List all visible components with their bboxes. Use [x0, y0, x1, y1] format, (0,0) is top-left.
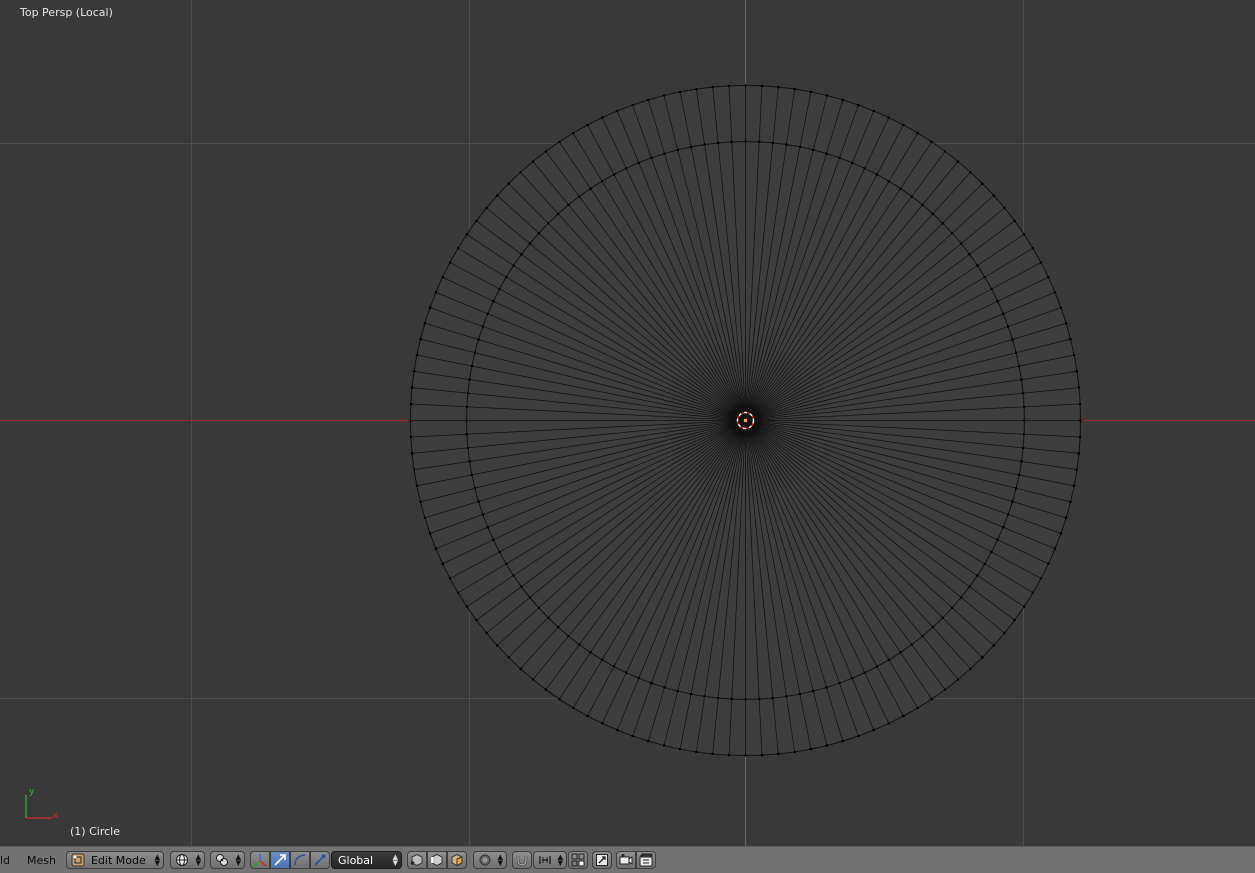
mode-label: Edit Mode — [91, 853, 146, 867]
add-menu[interactable]: ld — [0, 854, 10, 868]
viewport-shading-selector[interactable]: ▲ ▼ — [170, 851, 205, 869]
translate-arrow-icon — [274, 854, 286, 866]
axis-orientation-widget: y x — [25, 787, 59, 821]
edge-select-button[interactable] — [427, 851, 447, 869]
transform-orientation-selector[interactable]: Global ▲ ▼ — [331, 851, 402, 869]
magnet-icon — [516, 856, 528, 867]
face-select-icon — [451, 853, 463, 867]
snap-toggle[interactable] — [512, 851, 532, 869]
face-select-button[interactable] — [447, 851, 467, 869]
axis-y-label: y — [29, 787, 35, 797]
pivot-point-icon — [216, 854, 228, 866]
chevron-updown-icon: ▲ ▼ — [392, 853, 398, 867]
edit-mode-icon — [71, 853, 85, 867]
camera-render-icon — [619, 854, 633, 865]
axis-x-label: x — [53, 811, 59, 821]
active-object-label: (1) Circle — [70, 825, 120, 838]
opengl-anim-button[interactable] — [636, 851, 656, 869]
snap-target-icon — [571, 853, 585, 867]
chevron-updown-icon: ▲ ▼ — [154, 853, 160, 867]
chevron-updown-icon: ▲ ▼ — [235, 853, 241, 867]
sphere-shading-icon — [176, 854, 188, 866]
pivot-point-selector[interactable]: ▲ ▼ — [210, 851, 245, 869]
snap-align-rotation-icon — [596, 854, 608, 866]
mode-selector[interactable]: Edit Mode ▲ ▼ — [66, 851, 164, 869]
rotate-arc-icon — [294, 854, 306, 866]
viewport-header: ld Mesh Edit Mode ▲ ▼ ▲ ▼ ▲ ▼ Global ▲ ▼… — [0, 846, 1255, 873]
snap-target-button[interactable] — [568, 851, 588, 869]
chevron-updown-icon: ▲ ▼ — [195, 853, 201, 867]
vertex-select-button[interactable] — [407, 851, 427, 869]
chevron-updown-icon: ▲ ▼ — [557, 853, 563, 867]
manipulator-toggle[interactable] — [250, 851, 270, 869]
snap-element-selector[interactable]: ▲ ▼ — [533, 851, 567, 869]
scale-manipulator-button[interactable] — [310, 851, 330, 869]
3d-viewport[interactable]: y x Top Persp (Local) (1) Circle — [0, 0, 1255, 846]
manipulator-axes-icon — [253, 854, 267, 867]
edge-select-icon — [431, 853, 443, 867]
rotate-manipulator-button[interactable] — [290, 851, 310, 869]
translate-manipulator-button[interactable] — [270, 851, 290, 869]
clapboard-icon — [639, 853, 653, 867]
snap-element-icon — [539, 856, 551, 864]
orientation-label: Global — [338, 853, 374, 867]
viewport-canvas[interactable]: y x — [0, 0, 1255, 846]
view-name-label: Top Persp (Local) — [20, 6, 113, 19]
scale-icon — [314, 854, 326, 866]
proportional-edit-selector[interactable]: ▲ ▼ — [473, 851, 507, 869]
mesh-menu[interactable]: Mesh — [27, 854, 56, 868]
blender-window: y x Top Persp (Local) (1) Circle ld Mesh… — [0, 0, 1255, 873]
opengl-render-button[interactable] — [616, 851, 636, 869]
chevron-updown-icon: ▲ ▼ — [497, 853, 503, 867]
proportional-edit-icon — [479, 854, 491, 866]
pose-copy-button[interactable] — [592, 851, 612, 869]
vertex-select-icon — [410, 853, 423, 867]
